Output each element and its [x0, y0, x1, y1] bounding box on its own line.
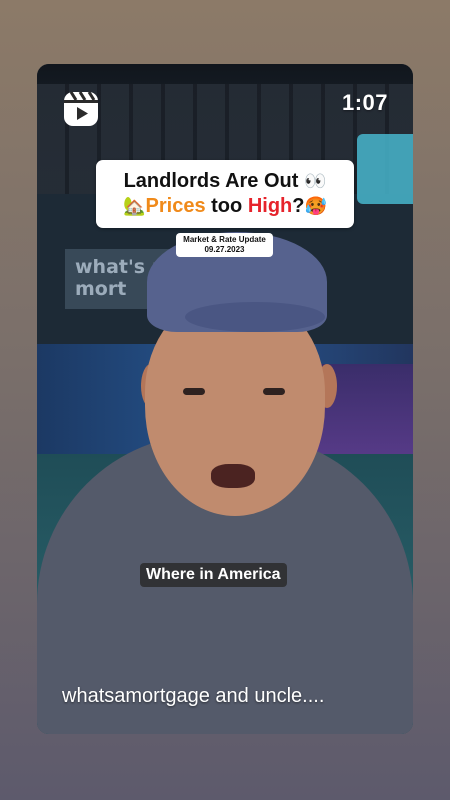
title-word-prices: Prices — [145, 195, 206, 217]
person-mouth — [211, 464, 255, 488]
subtitle-caption: Where in America — [140, 563, 287, 587]
eyes-emoji-icon: 👀 — [303, 171, 327, 191]
reels-icon — [62, 90, 100, 128]
hot-face-emoji-icon: 🥵 — [304, 196, 327, 216]
title-question-mark: ? — [292, 195, 305, 217]
person-eye-right — [263, 388, 285, 395]
title-line-1: Landlords Are Out 👀 — [124, 169, 327, 194]
person-eye-left — [183, 388, 205, 395]
video-duration: 1:07 — [341, 90, 388, 115]
house-emoji-icon: 🏡 — [123, 196, 146, 216]
title-word-too: too — [205, 195, 248, 217]
title-word-high: High — [247, 195, 293, 217]
tag-title: Market & Rate Update — [183, 235, 266, 244]
tag-date: 09.27.2023 — [204, 245, 245, 254]
background-monitor — [357, 134, 413, 204]
title-line-2: 🏡Prices too High?🥵 — [123, 194, 327, 219]
title-line-1-text: Landlords Are Out — [123, 170, 299, 192]
title-overlay: Landlords Are Out 👀 🏡Prices too High?🥵 — [96, 160, 354, 228]
reel-description[interactable]: whatsamortgage and uncle.... — [62, 684, 324, 708]
person-cap-brim — [185, 302, 325, 332]
market-update-tag: Market & Rate Update 09.27.2023 — [176, 233, 273, 257]
